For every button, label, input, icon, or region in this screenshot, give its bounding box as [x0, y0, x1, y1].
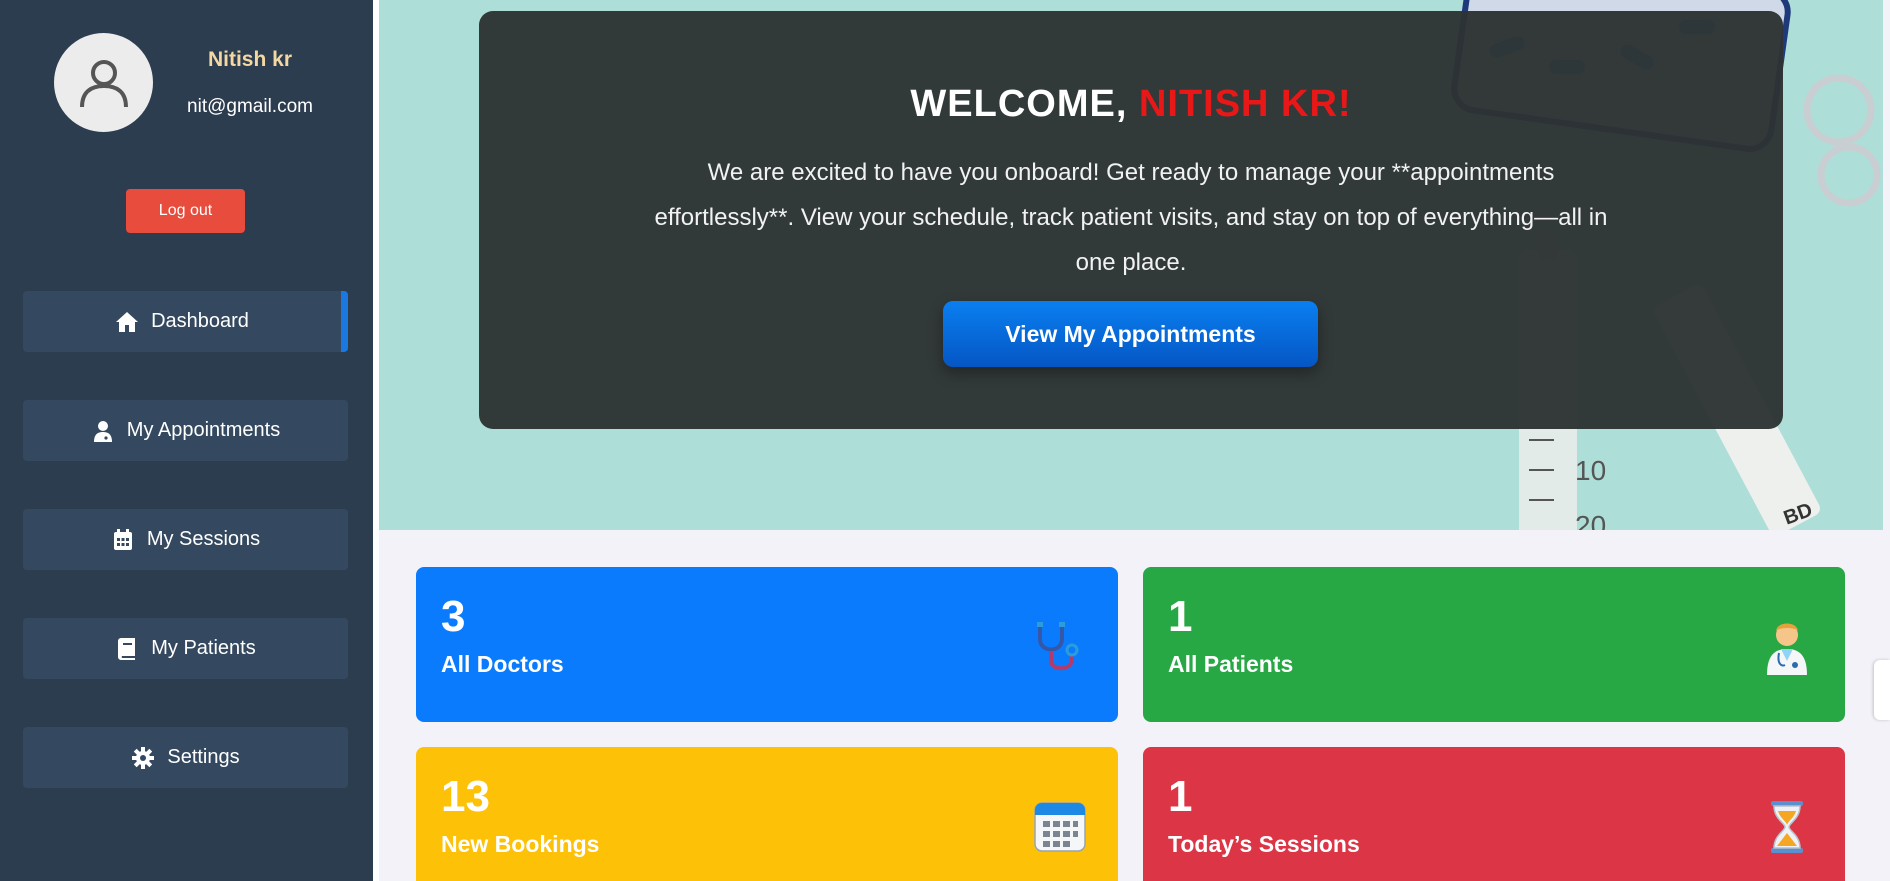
sidebar-item-label: Dashboard — [151, 310, 249, 332]
stat-card-bookings[interactable]: 13 New Bookings — [416, 747, 1118, 881]
user-icon — [79, 59, 128, 107]
hero-banner: 10 20 BD WELCOME, NITISH KR! We are exci… — [379, 0, 1883, 530]
user-email: nit@gmail.com — [187, 96, 313, 117]
feedback-tab[interactable] — [1874, 660, 1890, 720]
svg-text:10: 10 — [1575, 455, 1606, 486]
welcome-title: WELCOME, NITISH KR! — [479, 83, 1783, 126]
stat-count: 13 — [441, 772, 490, 821]
stat-count: 1 — [1168, 772, 1193, 821]
sidebar-item-label: My Sessions — [146, 528, 261, 550]
calendar-icon — [111, 528, 135, 552]
sidebar-item-dashboard[interactable]: Dashboard — [23, 291, 348, 352]
sidebar-item-settings[interactable]: Settings — [23, 727, 348, 788]
doctor-icon — [91, 419, 115, 443]
sidebar: Nitish kr nit@gmail.com Log out Dashboar… — [0, 0, 373, 881]
stethoscope-icon — [1037, 622, 1079, 671]
stat-count: 1 — [1168, 592, 1193, 641]
view-appointments-button[interactable]: View My Appointments — [943, 301, 1318, 367]
stat-label: All Doctors — [441, 651, 564, 677]
book-icon — [115, 637, 139, 661]
sidebar-item-label: My Patients — [151, 637, 256, 659]
logout-button[interactable]: Log out — [126, 189, 245, 233]
svg-text:20: 20 — [1575, 510, 1606, 530]
welcome-message: We are excited to have you onboard! Get … — [654, 159, 1608, 276]
home-icon — [115, 310, 139, 334]
stat-card-sessions[interactable]: 1 Today’s Sessions — [1143, 747, 1845, 881]
stat-card-doctors[interactable]: 3 All Doctors — [416, 567, 1118, 722]
health-worker-icon — [1767, 623, 1807, 675]
sidebar-item-my-sessions[interactable]: My Sessions — [23, 509, 348, 570]
sidebar-item-my-patients[interactable]: My Patients — [23, 618, 348, 679]
stat-count: 3 — [441, 592, 466, 641]
stat-label: Today’s Sessions — [1168, 831, 1360, 857]
avatar — [54, 33, 153, 132]
welcome-user-name: NITISH KR! — [1138, 83, 1352, 125]
sidebar-item-label: Settings — [167, 746, 240, 768]
stat-card-patients[interactable]: 1 All Patients — [1143, 567, 1845, 722]
stat-label: All Patients — [1168, 651, 1294, 677]
welcome-card: WELCOME, NITISH KR! We are excited to ha… — [479, 11, 1783, 429]
sidebar-item-label: My Appointments — [126, 419, 281, 441]
stat-label: New Bookings — [441, 831, 600, 857]
user-name: Nitish kr — [207, 48, 293, 71]
sidebar-item-my-appointments[interactable]: My Appointments — [23, 400, 348, 461]
calendar-icon — [1034, 802, 1086, 852]
gear-icon — [131, 746, 155, 770]
welcome-prefix: WELCOME, — [910, 83, 1139, 125]
hourglass-icon — [1771, 801, 1803, 853]
